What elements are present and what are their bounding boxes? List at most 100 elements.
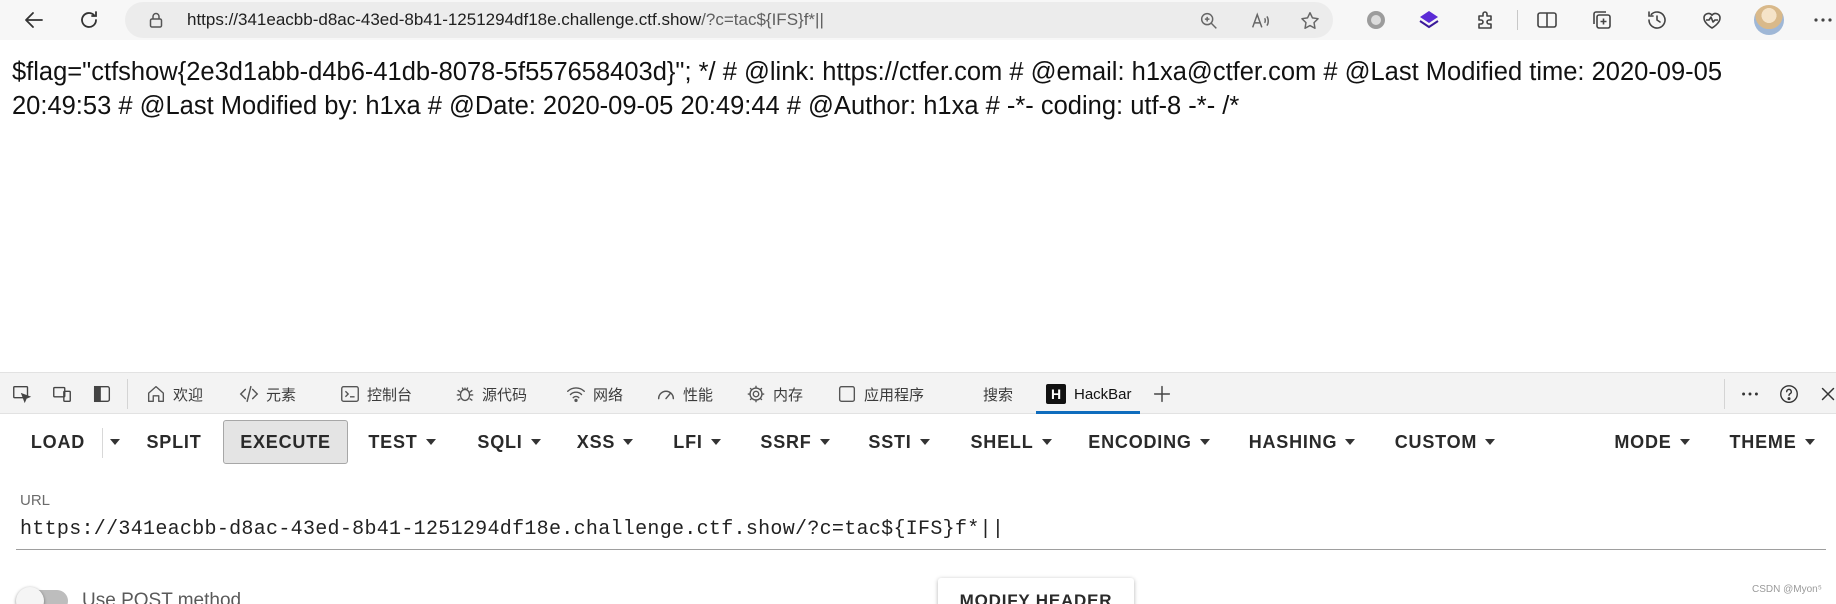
mode-menu-button[interactable]: MODE	[1614, 420, 1690, 464]
xss-menu-button[interactable]: XSS	[573, 420, 637, 464]
devtools-tab-bar: 欢迎 元素 控制台 源代码 网络 性能 内存 应用程序 搜索 H HackBar	[0, 372, 1836, 414]
tab-application[interactable]: 应用程序	[836, 373, 924, 415]
custom-label: CUSTOM	[1394, 431, 1478, 452]
chevron-down-icon	[710, 439, 721, 445]
lfi-menu-button[interactable]: LFI	[668, 420, 726, 464]
favorite-star-icon[interactable]	[1298, 9, 1322, 33]
lfi-label: LFI	[673, 431, 703, 452]
theme-menu-button[interactable]: THEME	[1728, 420, 1816, 464]
back-arrow-icon[interactable]	[18, 4, 50, 36]
more-tools-icon[interactable]	[1738, 382, 1762, 406]
devtools-divider	[127, 379, 128, 409]
more-menu-icon[interactable]	[1810, 7, 1836, 33]
devtools-divider	[1724, 379, 1725, 409]
zoom-icon[interactable]	[1197, 9, 1221, 33]
home-icon	[147, 385, 165, 403]
chevron-down-icon	[1804, 439, 1815, 445]
tab-label: 元素	[266, 386, 297, 404]
url-field-label: URL	[20, 492, 51, 509]
shell-label: SHELL	[970, 431, 1034, 452]
load-label: LOAD	[30, 431, 86, 452]
xss-label: XSS	[576, 431, 616, 452]
address-bar[interactable]: https://341eacbb-d8ac-43ed-8b41-1251294d…	[125, 2, 1333, 38]
sqli-menu-button[interactable]: SQLI	[471, 420, 547, 464]
tab-label: 欢迎	[173, 386, 204, 404]
add-tab-plus-icon[interactable]	[1150, 382, 1174, 406]
profile-avatar[interactable]	[1754, 5, 1784, 35]
split-label: SPLIT	[146, 431, 202, 452]
split-screen-icon[interactable]	[1534, 7, 1560, 33]
hashing-menu-button[interactable]: HASHING	[1246, 420, 1358, 464]
modify-header-label: MODIFY HEADER	[959, 591, 1113, 604]
modify-header-button[interactable]: MODIFY HEADER	[938, 578, 1134, 604]
extension-diamond-icon[interactable]	[1416, 7, 1442, 33]
close-devtools-icon[interactable]	[1816, 382, 1836, 406]
test-menu-button[interactable]: TEST	[362, 420, 442, 464]
history-icon[interactable]	[1644, 7, 1670, 33]
dock-panel-icon[interactable]	[90, 382, 114, 406]
tab-memory[interactable]: 内存	[745, 373, 803, 415]
tab-search[interactable]: 搜索	[983, 373, 1013, 415]
post-method-label: Use POST method	[82, 590, 242, 604]
encoding-menu-button[interactable]: ENCODING	[1088, 420, 1210, 464]
collections-icon[interactable]	[1589, 7, 1615, 33]
custom-menu-button[interactable]: CUSTOM	[1392, 420, 1498, 464]
chevron-down-icon	[1041, 439, 1052, 445]
refresh-icon[interactable]	[73, 4, 105, 36]
chevron-down-icon	[819, 439, 830, 445]
tab-performance[interactable]: 性能	[655, 373, 713, 415]
browser-toolbar: https://341eacbb-d8ac-43ed-8b41-1251294d…	[0, 0, 1836, 40]
chevron-down-icon	[919, 439, 930, 445]
hackbar-url-input[interactable]: https://341eacbb-d8ac-43ed-8b41-1251294d…	[20, 518, 1004, 541]
lock-icon[interactable]	[147, 11, 165, 29]
watermark-text: CSDN @Myon⁵	[1752, 584, 1822, 595]
chevron-down-icon	[1199, 439, 1210, 445]
tab-console[interactable]: 控制台	[339, 373, 412, 415]
tab-network[interactable]: 网络	[565, 373, 623, 415]
chevron-down-icon	[1345, 439, 1356, 445]
inspect-element-icon[interactable]	[10, 382, 34, 406]
ssrf-label: SSRF	[760, 431, 812, 452]
read-aloud-icon[interactable]	[1248, 9, 1272, 33]
address-url[interactable]: https://341eacbb-d8ac-43ed-8b41-1251294d…	[187, 10, 824, 30]
gear-icon	[747, 385, 765, 403]
code-icon	[239, 385, 259, 403]
ssrf-menu-button[interactable]: SSRF	[757, 420, 833, 464]
encoding-label: ENCODING	[1088, 431, 1192, 452]
device-emulation-icon[interactable]	[50, 382, 74, 406]
split-button[interactable]: SPLIT	[140, 420, 208, 464]
tab-hackbar[interactable]: H HackBar	[1046, 373, 1132, 415]
tab-welcome[interactable]: 欢迎	[145, 373, 203, 415]
load-button[interactable]: LOAD	[28, 420, 88, 464]
hashing-label: HASHING	[1248, 431, 1338, 452]
hackbar-toolbar: LOAD SPLIT EXECUTE TEST SQLI XSS LFI SSR…	[0, 414, 1836, 470]
gauge-icon	[657, 390, 675, 400]
extensions-puzzle-icon[interactable]	[1473, 7, 1499, 33]
url-host: https://341eacbb-d8ac-43ed-8b41-1251294d…	[187, 10, 702, 29]
tab-sources[interactable]: 源代码	[454, 373, 527, 415]
wifi-icon	[567, 387, 585, 403]
tab-label: 网络	[593, 386, 624, 404]
shell-menu-button[interactable]: SHELL	[969, 420, 1053, 464]
help-icon[interactable]	[1777, 382, 1801, 406]
chevron-down-icon	[1485, 439, 1496, 445]
load-divider	[102, 428, 103, 458]
test-label: TEST	[368, 431, 418, 452]
tab-label: 内存	[773, 386, 804, 404]
bug-icon	[456, 387, 474, 402]
tab-label: HackBar	[1074, 385, 1132, 403]
execute-button[interactable]: EXECUTE	[223, 420, 348, 464]
chevron-down-icon	[110, 439, 120, 445]
hackbar-logo-icon: H	[1046, 384, 1066, 404]
mode-label: MODE	[1614, 431, 1672, 452]
sqli-label: SQLI	[477, 431, 523, 452]
load-dropdown-caret[interactable]	[106, 420, 124, 464]
performance-heart-icon[interactable]	[1699, 7, 1725, 33]
url-path: /?c=tac${IFS}f*||	[701, 10, 824, 29]
ssti-menu-button[interactable]: SSTI	[864, 420, 934, 464]
tab-elements[interactable]: 元素	[238, 373, 296, 415]
extension-circle-icon[interactable]	[1363, 7, 1389, 33]
tab-label: 性能	[683, 386, 714, 404]
theme-label: THEME	[1729, 431, 1797, 452]
execute-label: EXECUTE	[240, 431, 331, 452]
